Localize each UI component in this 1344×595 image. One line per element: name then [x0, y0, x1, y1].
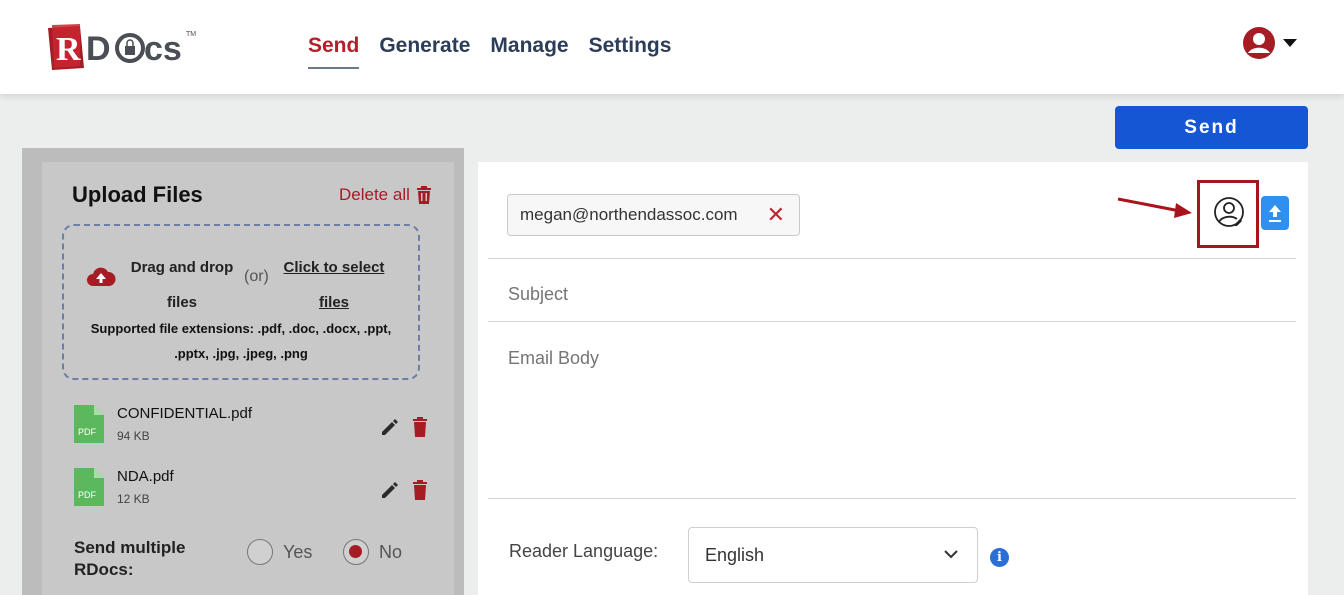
reader-language-label: Reader Language:	[509, 541, 659, 561]
file-name: CONFIDENTIAL.pdf	[117, 405, 253, 422]
radio-yes-circle[interactable]	[247, 539, 273, 565]
divider	[488, 498, 1296, 499]
supported-extensions-text: Supported file extensions: .pdf, .doc, .…	[90, 321, 392, 361]
contact-book-icon[interactable]	[1210, 193, 1248, 231]
svg-text:D: D	[86, 30, 111, 68]
file-row: PDF CONFIDENTIAL.pdf 94 KB	[74, 405, 434, 449]
upload-arrow-icon	[1269, 205, 1281, 222]
trash-icon[interactable]	[412, 480, 428, 500]
pencil-icon[interactable]	[380, 417, 400, 437]
file-size: 12 KB	[117, 492, 150, 506]
recipient-chip[interactable]: megan@northendassoc.com ✕	[507, 194, 800, 236]
nav-send[interactable]: Send	[308, 34, 360, 69]
recipient-email: megan@northendassoc.com	[520, 205, 738, 224]
top-header: R D cs TM Send Generate Manage Settings	[0, 0, 1344, 94]
user-circle-icon[interactable]	[1242, 26, 1276, 60]
svg-text:TM: TM	[186, 31, 196, 38]
svg-text:cs: cs	[144, 30, 182, 68]
nav-settings[interactable]: Settings	[589, 34, 672, 69]
radio-yes[interactable]: Yes	[247, 539, 312, 565]
delete-all-label: Delete all	[339, 185, 410, 204]
pencil-icon[interactable]	[380, 480, 400, 500]
svg-text:PDF: PDF	[78, 427, 97, 437]
click-to-select-link[interactable]: Click to select files	[278, 250, 390, 320]
reader-language-select[interactable]: English	[688, 527, 978, 583]
upload-title: Upload Files	[72, 182, 203, 207]
subject-input[interactable]	[508, 284, 1288, 305]
svg-text:R: R	[56, 31, 81, 68]
radio-no-circle[interactable]	[343, 539, 369, 565]
svg-text:PDF: PDF	[78, 490, 97, 500]
remove-recipient-icon[interactable]: ✕	[767, 203, 785, 227]
caret-down-icon[interactable]	[1282, 38, 1298, 48]
main-nav: Send Generate Manage Settings	[308, 34, 671, 69]
file-name: NDA.pdf	[117, 468, 174, 485]
send-multiple-label: Send multiple RDocs:	[74, 538, 186, 579]
nav-manage[interactable]: Manage	[490, 34, 568, 69]
chevron-down-icon	[944, 550, 958, 559]
divider	[488, 321, 1296, 322]
file-row: PDF NDA.pdf 12 KB	[74, 468, 434, 512]
radio-no[interactable]: No	[343, 539, 402, 565]
trash-icon	[416, 186, 431, 204]
cloud-upload-icon	[87, 267, 116, 286]
trash-icon[interactable]	[412, 417, 428, 437]
or-text: (or)	[244, 268, 269, 285]
rdocs-logo[interactable]: R D cs TM	[46, 22, 231, 72]
file-size: 94 KB	[117, 429, 150, 443]
pdf-file-icon: PDF	[74, 468, 104, 506]
reader-language-value: English	[705, 544, 765, 565]
drag-drop-text: Drag and drop files	[130, 259, 234, 311]
radio-yes-label: Yes	[283, 541, 313, 562]
upload-recipients-icon[interactable]	[1261, 196, 1289, 230]
send-button[interactable]: Send	[1115, 106, 1308, 149]
pdf-file-icon: PDF	[74, 405, 104, 443]
info-icon[interactable]: i	[990, 548, 1009, 567]
delete-all-button[interactable]: Delete all	[339, 185, 432, 205]
nav-generate[interactable]: Generate	[379, 34, 470, 69]
email-body-textarea[interactable]	[508, 348, 1288, 488]
account-menu[interactable]	[1242, 26, 1298, 60]
divider	[488, 258, 1296, 259]
annotation-arrow	[1117, 197, 1192, 218]
radio-no-label: No	[379, 541, 403, 562]
